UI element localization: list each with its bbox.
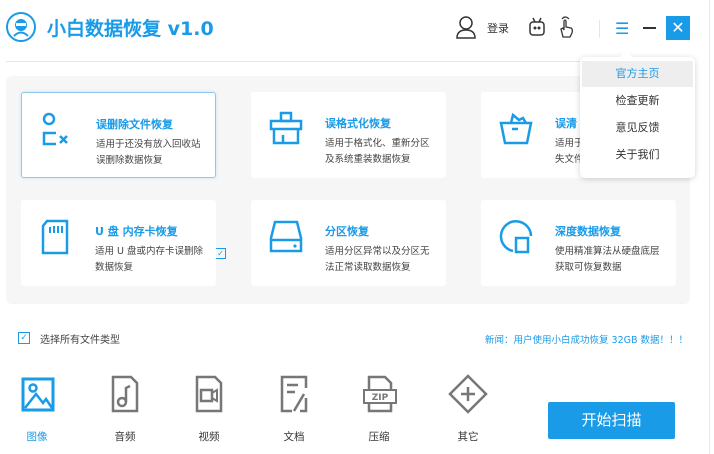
- select-all-checkbox[interactable]: ✓: [18, 332, 30, 344]
- select-all-label: 选择所有文件类型: [40, 335, 120, 346]
- hand-pointer-icon[interactable]: [557, 15, 575, 43]
- menu-item-homepage[interactable]: 官方主页: [582, 61, 693, 87]
- robot-icon[interactable]: [527, 16, 547, 42]
- card-title: 误格式化恢复: [325, 117, 391, 130]
- card-title: U 盘 内存卡恢复: [95, 225, 178, 238]
- menu-item-about[interactable]: 关于我们: [580, 142, 695, 168]
- login-link[interactable]: 登录: [487, 20, 509, 36]
- deep-scan-icon: [499, 220, 533, 254]
- other-icon[interactable]: [448, 374, 488, 414]
- card-title: 误删除文件恢复: [96, 118, 173, 131]
- close-button[interactable]: ✕: [666, 16, 690, 40]
- sd-card-icon: [41, 219, 69, 255]
- selected-checkbox[interactable]: ✓: [215, 248, 226, 259]
- card-usb-recovery[interactable]: U 盘 内存卡恢复 适用 U 盘或内存卡误删除 数据恢复: [21, 200, 216, 286]
- format-icon: [269, 111, 303, 145]
- card-title: 分区恢复: [325, 225, 369, 238]
- app-logo: [6, 12, 36, 42]
- dropdown-menu: 官方主页 检查更新 意见反馈 关于我们: [580, 51, 695, 178]
- app-title: 小白数据恢复 v1.0: [47, 18, 214, 40]
- card-title: 深度数据恢复: [555, 225, 621, 238]
- video-icon[interactable]: [189, 374, 229, 414]
- file-type-video[interactable]: 视频: [189, 429, 229, 444]
- card-deep-recovery[interactable]: 深度数据恢复 使用精准算法从硬盘底层 获取可恢复数据: [481, 200, 676, 286]
- file-type-zip[interactable]: 压缩: [359, 429, 399, 444]
- menu-item-check-update[interactable]: 检查更新: [580, 88, 695, 114]
- card-desc: 使用精准算法从硬盘底层: [555, 246, 660, 257]
- card-desc: 适用于还没有放入回收站: [96, 139, 201, 150]
- file-type-audio[interactable]: 音频: [105, 429, 145, 444]
- menu-item-feedback[interactable]: 意见反馈: [580, 115, 695, 141]
- window-edge: [709, 0, 710, 454]
- card-desc: 获取可恢复数据: [555, 262, 622, 273]
- menu-icon[interactable]: ☰: [615, 19, 629, 38]
- file-type-document[interactable]: 文档: [274, 429, 314, 444]
- card-deleted-files[interactable]: 误删除文件恢复 适用于还没有放入回收站 误删除数据恢复 ✓: [21, 92, 226, 259]
- svg-text:ZIP: ZIP: [372, 393, 389, 403]
- minimize-button[interactable]: [643, 27, 656, 29]
- audio-icon[interactable]: [105, 374, 145, 414]
- image-icon[interactable]: [19, 374, 59, 414]
- zip-icon[interactable]: ZIP: [359, 374, 399, 414]
- card-desc: 适用分区异常以及分区无: [325, 246, 430, 257]
- card-desc: 适用 U 盘或内存卡误删除: [95, 246, 203, 257]
- file-type-other[interactable]: 其它: [448, 429, 488, 444]
- user-delete-icon: [42, 112, 68, 146]
- hard-drive-icon: [269, 220, 303, 253]
- card-title: 误清: [555, 117, 577, 130]
- card-desc: 数据恢复: [95, 262, 134, 273]
- user-icon[interactable]: [455, 15, 477, 43]
- news-ticker[interactable]: 新闻：用户使用小白成功恢复 32GB 数据！！！: [485, 332, 688, 346]
- card-desc: 适用于格式化、重新分区: [325, 138, 430, 149]
- card-desc: 误删除数据恢复: [96, 155, 163, 166]
- card-partition-recovery[interactable]: 分区恢复 适用分区异常以及分区无 法正常读取数据恢复: [251, 200, 446, 286]
- divider: [599, 20, 600, 38]
- card-desc: 及系统重装数据恢复: [325, 154, 411, 165]
- card-format-recovery[interactable]: 误格式化恢复 适用于格式化、重新分区 及系统重装数据恢复: [251, 92, 446, 178]
- basket-icon: [499, 112, 533, 145]
- start-scan-button[interactable]: 开始扫描: [548, 402, 675, 439]
- file-type-image[interactable]: 图像: [17, 429, 57, 444]
- document-icon[interactable]: [274, 374, 314, 414]
- card-desc: 法正常读取数据恢复: [325, 262, 411, 273]
